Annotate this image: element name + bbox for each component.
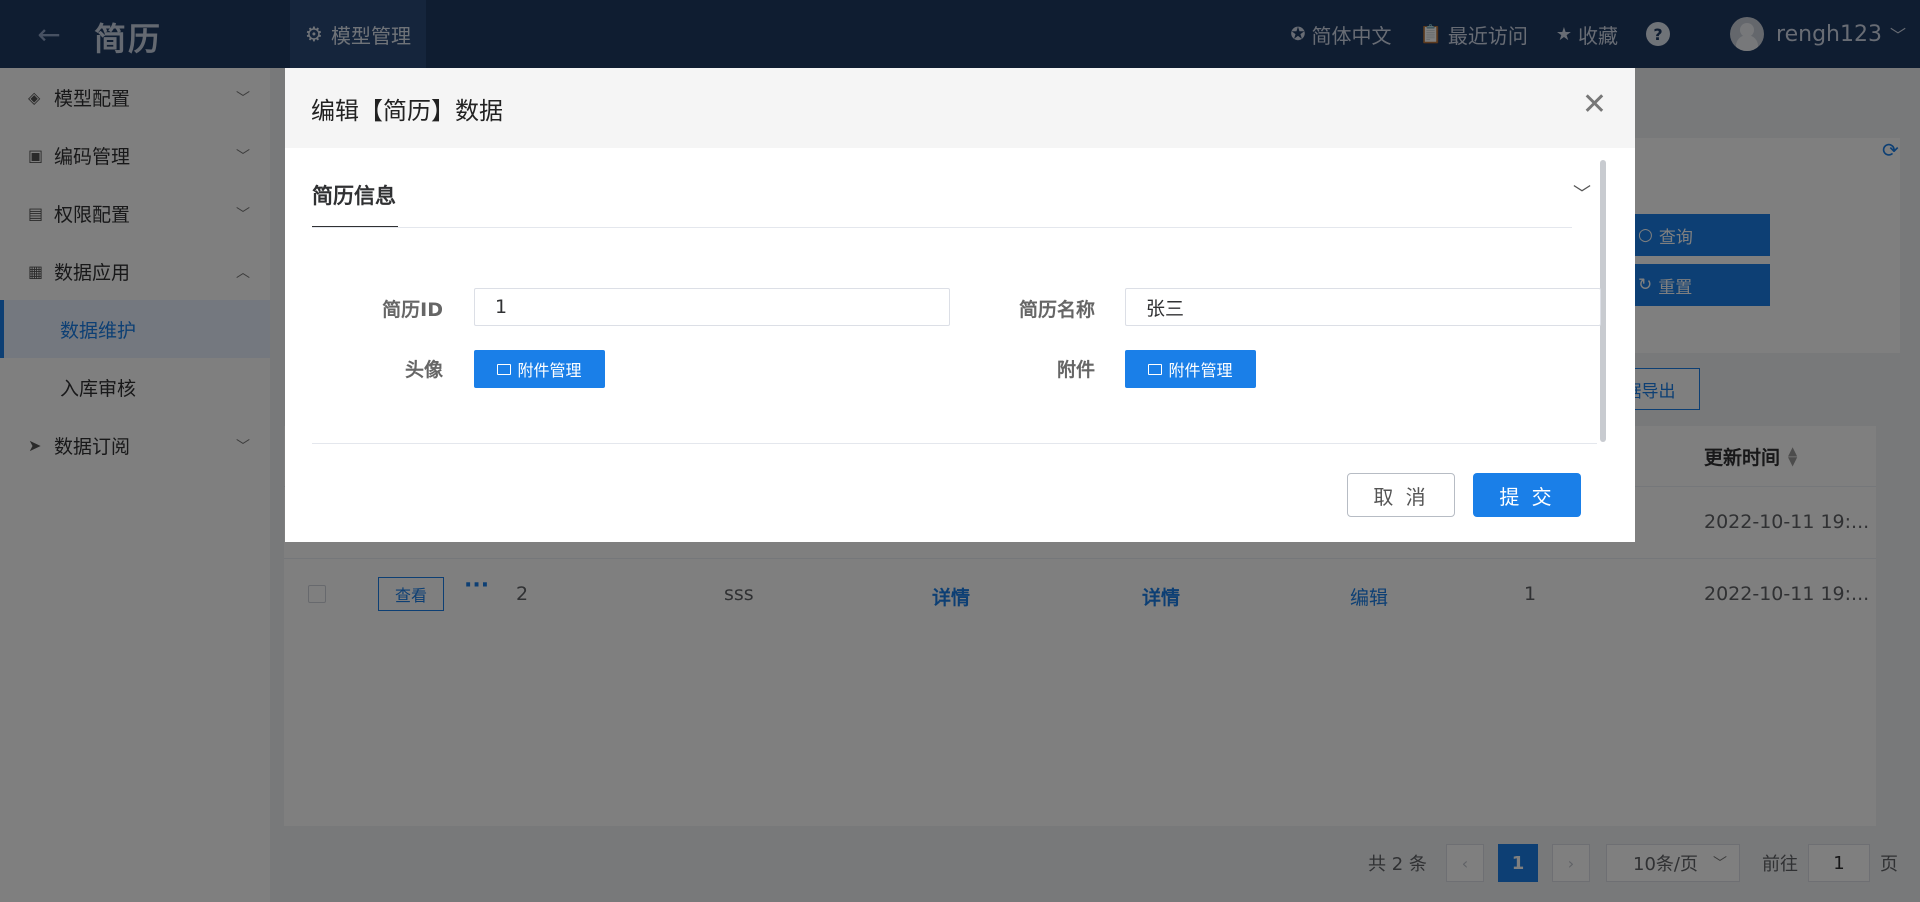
edit-dialog: 编辑【简历】数据 ✕ 简历信息 ﹀ 简历ID 1 简历名称 张三 头像 附件管理… xyxy=(285,68,1635,542)
attach-button-label: 附件管理 xyxy=(517,361,582,380)
close-icon[interactable]: ✕ xyxy=(1582,90,1607,120)
resume-name-label: 简历名称 xyxy=(1018,299,1095,321)
resume-id-input[interactable]: 1 xyxy=(474,288,950,326)
form-divider xyxy=(312,443,1597,444)
section-divider xyxy=(312,227,1572,228)
section-tab-resume-info[interactable]: 简历信息 xyxy=(312,180,396,210)
resume-id-label: 简历ID xyxy=(382,299,443,321)
chevron-down-icon[interactable]: ﹀ xyxy=(1573,180,1591,206)
folder-icon xyxy=(497,363,512,375)
folder-icon xyxy=(1148,363,1163,375)
avatar-attachment-button[interactable]: 附件管理 xyxy=(474,350,605,388)
avatar-label: 头像 xyxy=(404,359,443,381)
submit-button[interactable]: 提 交 xyxy=(1473,473,1581,517)
cancel-button[interactable]: 取 消 xyxy=(1347,473,1455,517)
dialog-title: 编辑【简历】数据 xyxy=(311,97,503,125)
attach-button-label: 附件管理 xyxy=(1168,361,1233,380)
attachment-label: 附件 xyxy=(1056,359,1095,381)
resume-name-input[interactable]: 张三 xyxy=(1125,288,1601,326)
dialog-header: 编辑【简历】数据 ✕ xyxy=(285,68,1635,148)
attachment-manage-button[interactable]: 附件管理 xyxy=(1125,350,1256,388)
